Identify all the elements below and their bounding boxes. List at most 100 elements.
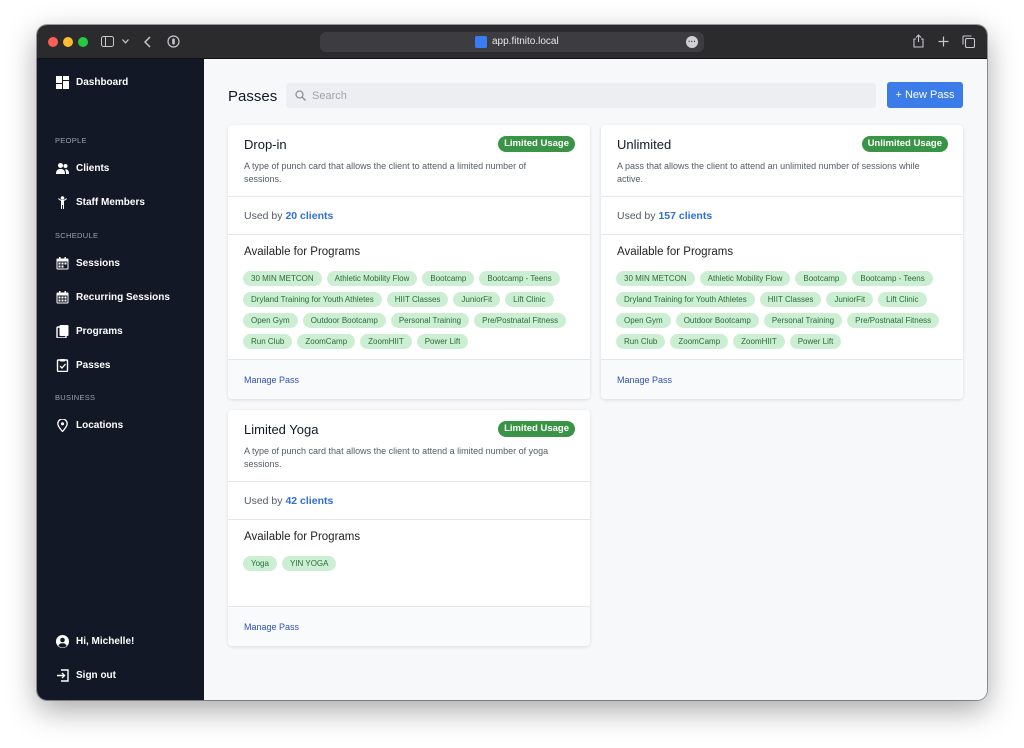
share-icon[interactable] <box>913 34 924 48</box>
program-tag: Pre/Postnatal Fitness <box>847 313 940 328</box>
address-bar[interactable]: app.fitnito.local ··· <box>320 32 704 52</box>
program-tag: Bootcamp <box>422 271 475 286</box>
sign-out-icon <box>57 668 69 682</box>
tab-overview-icon[interactable] <box>962 35 975 48</box>
browser-titlebar: app.fitnito.local ··· <box>37 25 987 59</box>
pass-name: Drop-in <box>244 137 287 152</box>
pass-description: A type of punch card that allows the cli… <box>244 161 527 184</box>
sidebar-section-schedule: SCHEDULE <box>55 231 99 240</box>
location-icon <box>57 418 68 432</box>
zoom-window-button[interactable] <box>78 37 88 47</box>
program-tag: HIIT Classes <box>386 292 449 307</box>
program-tag: Power Lift <box>789 334 842 349</box>
sidebar-item-label: Clients <box>76 162 110 174</box>
users-icon <box>56 162 69 174</box>
card-footer: Manage Pass <box>601 359 963 399</box>
used-by-text: Used by 20 clients <box>244 210 333 222</box>
usage-badge: Limited Usage <box>498 136 575 152</box>
usage-badge: Limited Usage <box>498 421 575 437</box>
sidebar-item-label: Locations <box>76 419 124 431</box>
used-by-prefix: Used by <box>244 210 283 222</box>
sidebar-item-label: Recurring Sessions <box>76 291 170 303</box>
programs-heading: Available for Programs <box>244 246 361 258</box>
sidebar-item-sessions[interactable]: Sessions <box>56 253 120 273</box>
sidebar-item-clients[interactable]: Clients <box>56 158 109 178</box>
sidebar-item-passes[interactable]: Passes <box>56 355 110 375</box>
search-icon <box>295 90 306 101</box>
pass-icon <box>56 358 69 372</box>
program-tags: Yoga YIN YOGA <box>243 556 578 577</box>
program-tag: ZoomHIIT <box>360 334 412 349</box>
minimize-window-button[interactable] <box>63 37 73 47</box>
pass-name: Limited Yoga <box>244 422 319 437</box>
manage-pass-link[interactable]: Manage Pass <box>244 375 299 385</box>
program-tag: Bootcamp - Teens <box>852 271 933 286</box>
program-tag: Dryland Training for Youth Athletes <box>616 292 755 307</box>
program-tag: Lift Clinic <box>505 292 554 307</box>
used-by-prefix: Used by <box>617 210 656 222</box>
manage-pass-link[interactable]: Manage Pass <box>244 622 299 632</box>
pass-description: A type of punch card that allows the cli… <box>244 446 549 469</box>
close-window-button[interactable] <box>48 37 58 47</box>
browser-window: app.fitnito.local ··· Dashboard PEOPLE C… <box>37 25 987 700</box>
pass-card-limited-yoga: Limited Yoga Limited Usage A type of pun… <box>228 410 590 646</box>
used-by-prefix: Used by <box>244 495 283 507</box>
page-title: Passes <box>228 88 278 105</box>
program-tag: Dryland Training for Youth Athletes <box>243 292 382 307</box>
divider <box>228 196 590 197</box>
sidebar: Dashboard PEOPLE Clients Staff Members S… <box>37 59 204 700</box>
divider <box>228 234 590 235</box>
user-greeting: Hi, Michelle! <box>76 635 135 647</box>
program-tag: Open Gym <box>616 313 671 328</box>
user-avatar-icon <box>56 634 69 648</box>
sidebar-item-label: Sessions <box>76 257 120 269</box>
search-box[interactable] <box>286 83 876 108</box>
calendar-repeat-icon <box>56 290 69 303</box>
program-tag: Pre/Postnatal Fitness <box>474 313 567 328</box>
program-tag: Yoga <box>243 556 277 571</box>
sidebar-item-label: Dashboard <box>76 76 129 88</box>
sidebar-item-programs[interactable]: Programs <box>56 321 123 341</box>
sidebar-item-locations[interactable]: Locations <box>56 415 123 435</box>
sidebar-section-people: PEOPLE <box>55 136 87 145</box>
clients-count-link[interactable]: 157 clients <box>658 210 712 222</box>
new-pass-button[interactable]: + New Pass <box>887 82 963 108</box>
divider <box>228 519 590 520</box>
program-tags: 30 MIN METCON Athletic Mobility Flow Bootc… <box>616 271 951 355</box>
divider <box>228 481 590 482</box>
program-tag: JuniorFit <box>826 292 874 307</box>
search-input[interactable] <box>312 83 862 108</box>
program-tag: Power Lift <box>416 334 469 349</box>
program-tag: Bootcamp <box>795 271 848 286</box>
program-tag: Outdoor Bootcamp <box>675 313 759 328</box>
divider <box>601 234 963 235</box>
program-tag: 30 MIN METCON <box>616 271 695 286</box>
calendar-icon <box>56 256 69 269</box>
used-by-text: Used by 42 clients <box>244 495 333 507</box>
pass-name: Unlimited <box>617 137 672 152</box>
program-tag: Athletic Mobility Flow <box>699 271 791 286</box>
sidebar-toggle-icon[interactable] <box>101 36 114 47</box>
back-arrow-icon[interactable] <box>144 36 151 48</box>
clients-count-link[interactable]: 20 clients <box>285 210 333 222</box>
manage-pass-link[interactable]: Manage Pass <box>617 375 672 385</box>
program-tags: 30 MIN METCON Athletic Mobility Flow Bootc… <box>243 271 578 355</box>
privacy-shield-icon[interactable] <box>167 35 180 48</box>
staff-icon <box>58 195 67 209</box>
chevron-down-icon[interactable] <box>122 39 129 44</box>
sidebar-item-recurring-sessions[interactable]: Recurring Sessions <box>56 287 170 307</box>
sidebar-item-dashboard[interactable]: Dashboard <box>56 72 128 92</box>
sidebar-item-staff-members[interactable]: Staff Members <box>56 192 145 212</box>
usage-badge: Unlimited Usage <box>861 136 948 152</box>
more-options-icon[interactable]: ··· <box>686 36 698 48</box>
clients-count-link[interactable]: 42 clients <box>285 495 333 507</box>
program-tag: Personal Training <box>763 313 843 328</box>
sidebar-item-label: Passes <box>76 359 111 371</box>
card-footer: Manage Pass <box>228 606 590 646</box>
program-tag: Run Club <box>616 334 666 349</box>
new-tab-icon[interactable] <box>938 36 949 47</box>
pass-card-unlimited: Unlimited Unlimited Usage A pass that al… <box>601 125 963 399</box>
pass-card-drop-in: Drop-in Limited Usage A type of punch ca… <box>228 125 590 399</box>
user-menu[interactable]: Hi, Michelle! <box>56 631 134 651</box>
sign-out-button[interactable]: Sign out <box>56 665 116 685</box>
